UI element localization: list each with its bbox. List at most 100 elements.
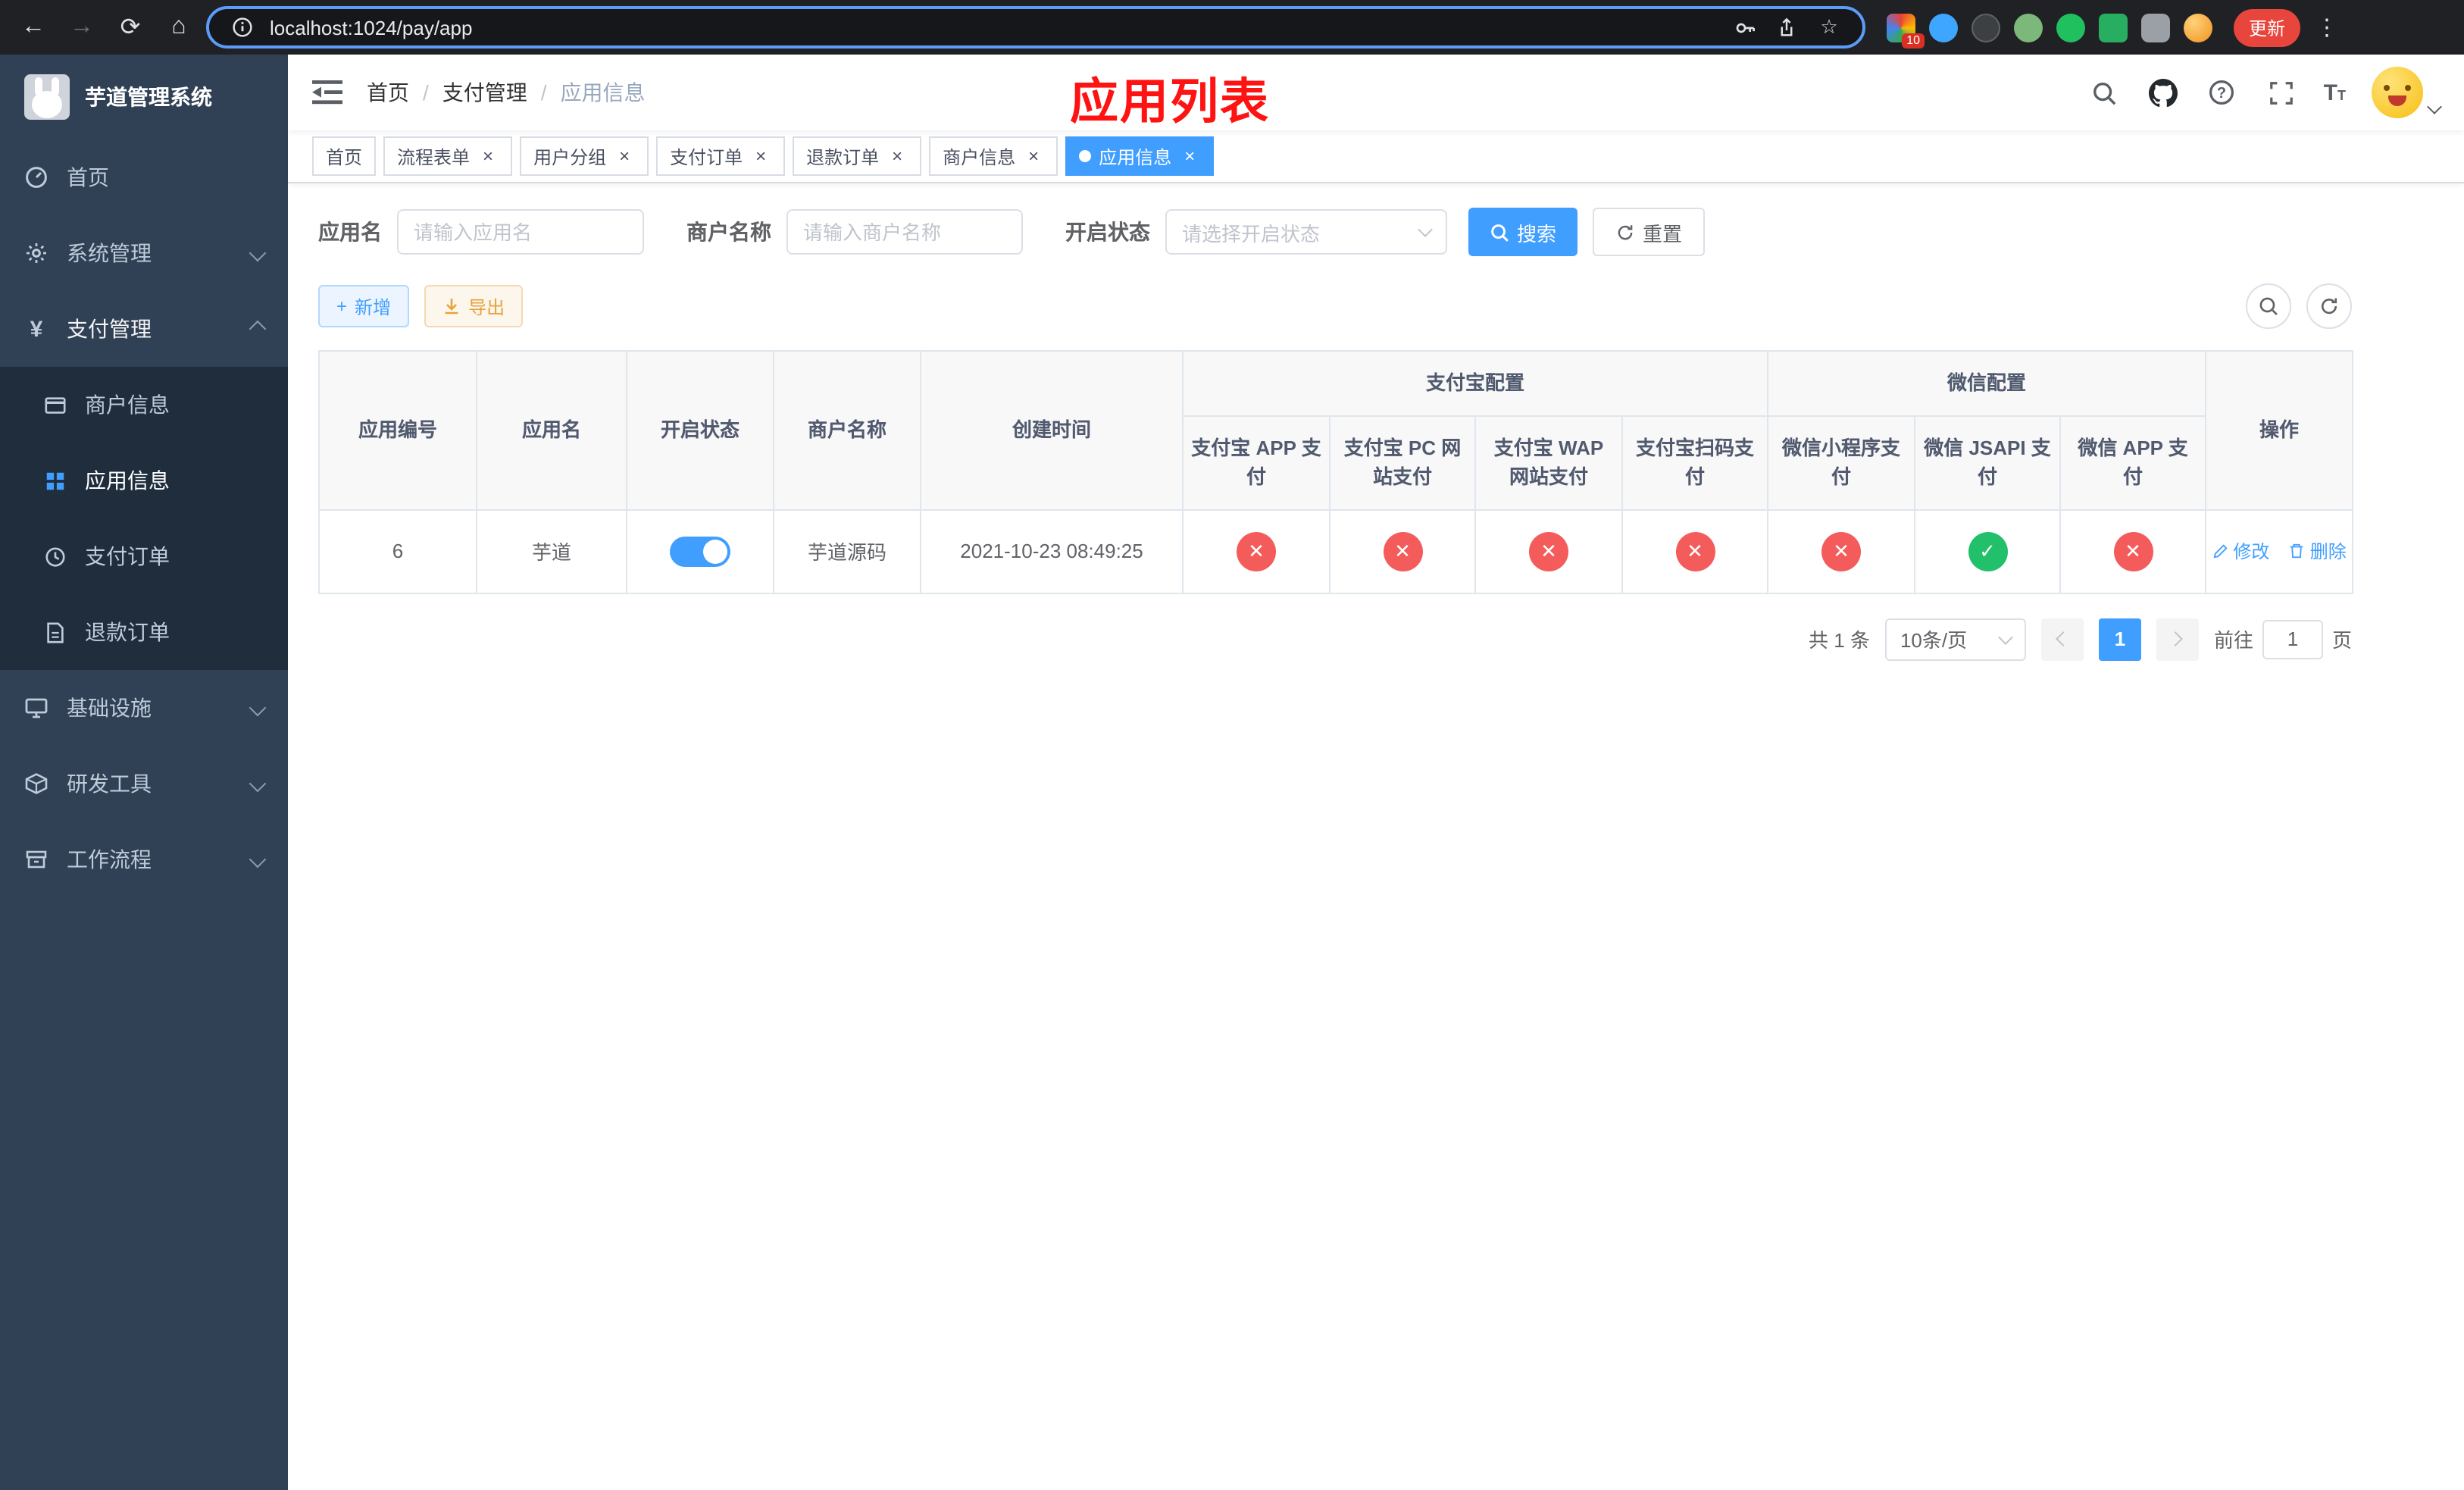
col-header-alipay-wap: 支付宝 WAP 网站支付 (1474, 415, 1623, 510)
tab-merchant-info[interactable]: 商户信息 × (929, 136, 1058, 176)
cell-app-name: 芋道 (476, 509, 627, 593)
total-count: 共 1 条 (1809, 629, 1870, 652)
browser-menu-icon[interactable]: ⋮ (2306, 14, 2347, 41)
close-tab-icon[interactable]: × (886, 146, 908, 167)
chevron-down-icon (1998, 629, 2013, 644)
extension-colorful-icon[interactable]: 10 (1887, 13, 1925, 48)
monitor-icon (24, 696, 48, 720)
export-button[interactable]: 导出 (424, 285, 524, 327)
sidebar-item-refund-order[interactable]: 退款订单 (0, 594, 288, 670)
cell-created: 2021-10-23 08:49:25 (920, 509, 1184, 593)
wx-jsapi-status-icon: ✓ (1968, 531, 2008, 571)
user-menu[interactable] (2372, 67, 2442, 118)
breadcrumb-home[interactable]: 首页 (367, 77, 409, 108)
reset-button[interactable]: 重置 (1593, 208, 1706, 256)
next-page-button[interactable] (2156, 618, 2199, 660)
close-tab-icon[interactable]: × (1023, 146, 1044, 167)
tab-app-info[interactable]: 应用信息 × (1065, 136, 1215, 176)
search-button[interactable]: 搜索 (1468, 208, 1578, 256)
tab-pay-order[interactable]: 支付订单 × (656, 136, 786, 176)
address-bar[interactable]: localhost:1024/pay/app ☆ (206, 6, 1865, 49)
extensions-puzzle-icon[interactable] (2141, 13, 2170, 42)
close-tab-icon[interactable]: × (477, 146, 499, 167)
back-icon[interactable]: ← (12, 6, 55, 49)
extension-wechat-devtools-icon[interactable] (2056, 13, 2085, 42)
extension-drop-icon[interactable] (1929, 13, 1958, 42)
col-header-wx-jsapi: 微信 JSAPI 支付 (1914, 415, 2062, 510)
gear-icon (24, 241, 48, 265)
site-info-icon[interactable] (227, 12, 258, 42)
screen: ← → ⟳ ⌂ localhost:1024/pay/app ☆ 10 更新 ⋮… (0, 0, 2464, 1490)
page-size-select[interactable]: 10条/页 (1884, 618, 2026, 660)
help-icon[interactable]: ? (2206, 76, 2239, 109)
extensions-row: 10 (1887, 13, 2212, 48)
status-toggle[interactable] (670, 536, 730, 566)
page-content: 应用名 商户名称 开启状态 请选择开启状态 搜索 (288, 183, 2464, 1490)
sidebar-collapse-icon[interactable] (312, 79, 342, 106)
goto-page-input[interactable] (2262, 619, 2323, 659)
tab-refund-order[interactable]: 退款订单 × (793, 136, 922, 176)
chevron-down-icon (249, 775, 267, 793)
document-icon (42, 620, 67, 644)
grid-icon (42, 468, 67, 493)
user-avatar[interactable] (2372, 67, 2423, 118)
edit-button[interactable]: 修改 (2212, 538, 2269, 564)
col-header-created: 创建时间 (920, 350, 1184, 510)
add-button[interactable]: + 新增 (318, 285, 410, 327)
github-icon[interactable] (2147, 76, 2180, 109)
sidebar-item-infra[interactable]: 基础设施 (0, 670, 288, 746)
yen-icon: ¥ (30, 316, 43, 342)
status-select[interactable]: 请选择开启状态 (1165, 209, 1447, 255)
prev-page-button[interactable] (2040, 618, 2084, 660)
merchant-name-input[interactable] (786, 209, 1023, 255)
chevron-down-icon (249, 699, 267, 717)
alipay-app-status-icon: ✕ (1237, 531, 1276, 571)
breadcrumb-current: 应用信息 (560, 80, 646, 105)
page-number-1[interactable]: 1 (2098, 618, 2141, 660)
sidebar-item-system[interactable]: 系统管理 (0, 215, 288, 291)
extension-avatar-icon[interactable] (2014, 13, 2043, 42)
reload-icon[interactable]: ⟳ (109, 6, 152, 49)
search-icon[interactable] (2087, 76, 2121, 109)
forward-icon[interactable]: → (61, 6, 103, 49)
sidebar-item-dev-tools[interactable]: 研发工具 (0, 746, 288, 822)
font-size-icon[interactable]: TT (2324, 80, 2346, 105)
sidebar-item-workflow[interactable]: 工作流程 (0, 822, 288, 897)
extension-dark-icon[interactable] (1972, 13, 2000, 42)
wx-app-status-icon: ✕ (2113, 531, 2153, 571)
toggle-search-button[interactable] (2246, 283, 2291, 329)
close-tab-icon[interactable]: × (1179, 146, 1200, 167)
archive-icon (24, 847, 48, 872)
home-icon[interactable]: ⌂ (158, 6, 200, 49)
close-tab-icon[interactable]: × (750, 146, 771, 167)
breadcrumb-payment[interactable]: 支付管理 (442, 77, 527, 108)
tab-user-group[interactable]: 用户分组 × (520, 136, 649, 176)
tab-home[interactable]: 首页 (312, 136, 377, 176)
sidebar-item-label: 系统管理 (67, 241, 152, 265)
profile-avatar-icon[interactable] (2184, 13, 2212, 42)
sidebar-item-home[interactable]: 首页 (0, 139, 288, 215)
fullscreen-icon[interactable] (2265, 76, 2298, 109)
extension-green-square-icon[interactable] (2099, 13, 2128, 42)
refresh-button[interactable] (2306, 283, 2352, 329)
bookmark-star-icon[interactable]: ☆ (1814, 12, 1844, 42)
sidebar-item-app-info[interactable]: 应用信息 (0, 443, 288, 518)
col-header-actions: 操作 (2205, 350, 2354, 510)
close-tab-icon[interactable]: × (614, 146, 635, 167)
app-title: 芋道管理系统 (85, 85, 212, 109)
plus-icon: + (336, 296, 348, 317)
share-icon[interactable] (1771, 12, 1802, 42)
password-key-icon[interactable] (1729, 12, 1759, 42)
status-label: 开启状态 (1065, 220, 1150, 244)
dashboard-icon (24, 165, 48, 189)
browser-update-button[interactable]: 更新 (2234, 8, 2301, 46)
app-name-input[interactable] (397, 209, 644, 255)
delete-button[interactable]: 删除 (2289, 538, 2347, 564)
sidebar-item-merchant-info[interactable]: 商户信息 (0, 367, 288, 443)
tab-process-form[interactable]: 流程表单 × (383, 136, 513, 176)
col-header-app-id: 应用编号 (318, 350, 477, 510)
sidebar-item-pay-order[interactable]: 支付订单 (0, 518, 288, 594)
sidebar-logo: 芋道管理系统 (0, 55, 288, 139)
url-text[interactable]: localhost:1024/pay/app (270, 16, 1717, 39)
sidebar-item-payment[interactable]: ¥ 支付管理 (0, 291, 288, 367)
